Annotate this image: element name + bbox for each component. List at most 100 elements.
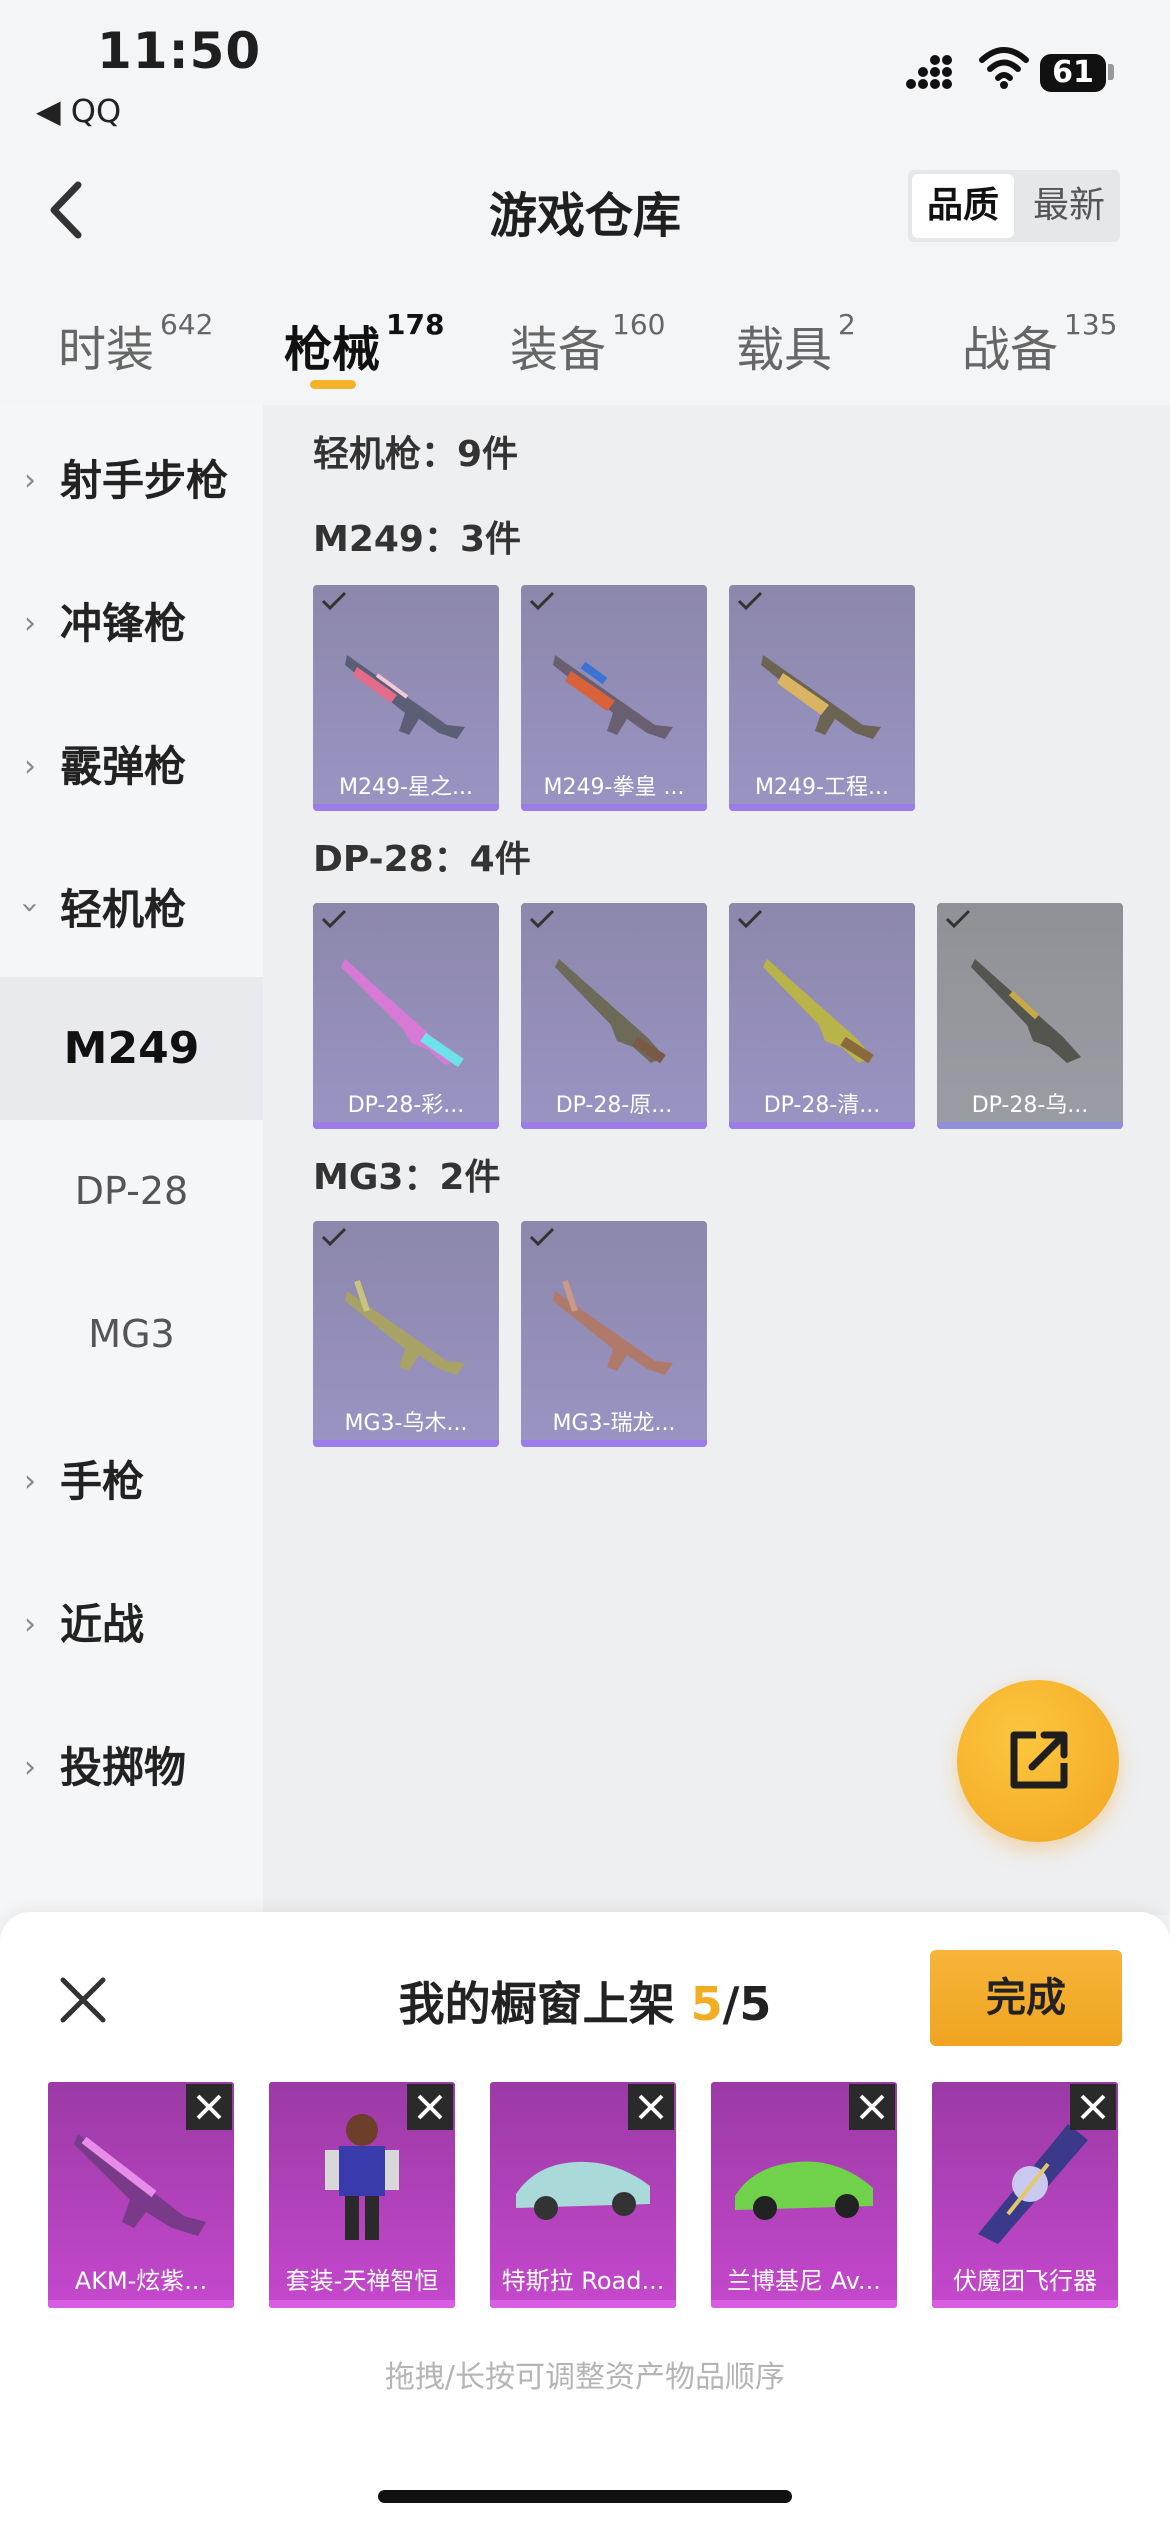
sidebar-subitem-dp28[interactable]: DP-28 [0, 1120, 263, 1263]
chevron-right-icon: › [24, 463, 36, 498]
active-tab-indicator [310, 380, 356, 389]
check-icon [321, 909, 347, 929]
sort-by-quality-button[interactable]: 品质 [912, 174, 1014, 238]
item-name: DP-28-原... [555, 1093, 673, 1118]
item-name: MG3-瑞龙... [552, 1411, 676, 1436]
lmg-weapon-icon [761, 655, 881, 739]
showcase-item[interactable]: AKM-炫紫... [48, 2082, 234, 2308]
sidebar-subitem-mg3[interactable]: MG3 [0, 1263, 263, 1406]
back-to-app-link[interactable]: ◀ QQ [36, 92, 121, 130]
sidebar-item-label: 射手步枪 [60, 456, 229, 505]
sidebar-item-dmr[interactable]: › 射手步枪 [0, 405, 263, 548]
sidebar-subitem-m249[interactable]: M249 [0, 977, 263, 1120]
item-name: M249-工程... [755, 775, 889, 800]
chevron-down-icon: › [12, 901, 48, 914]
tab-label: 时装 [58, 322, 155, 378]
item-card[interactable]: DP-28-彩... [313, 903, 499, 1129]
tab-vehicles[interactable]: 载具 2 [736, 308, 856, 380]
close-icon [417, 2094, 443, 2120]
lmg-weapon-icon [553, 1280, 673, 1375]
showcase-sheet: 我的橱窗上架 5/5 完成 AKM-炫紫... 套装-天禅智恒 特斯拉 Road… [0, 1912, 1170, 2532]
share-button[interactable] [957, 1680, 1119, 1842]
sidebar-item-smg[interactable]: › 冲锋枪 [0, 548, 263, 691]
rarity-bar [711, 2300, 897, 2308]
item-card[interactable]: DP-28-乌... [937, 903, 1123, 1129]
item-card[interactable]: M249-星之... [313, 585, 499, 811]
group-title-mg3: MG3：2件 [313, 1157, 501, 1198]
item-name: DP-28-清... [763, 1093, 881, 1118]
remove-item-button[interactable] [186, 2084, 232, 2130]
sidebar-item-label: 轻机枪 [60, 885, 187, 934]
rarity-bar [490, 2300, 676, 2308]
sidebar-item-shotgun[interactable]: › 霰弹枪 [0, 691, 263, 834]
category-tabs: 时装 642 枪械 178 装备 160 载具 2 战备 135 [0, 280, 1170, 405]
wifi-icon [979, 47, 1029, 89]
chevron-right-icon: › [24, 1750, 36, 1785]
check-icon [529, 909, 555, 929]
nav-header: 游戏仓库 品质 最新 [0, 150, 1170, 270]
showcase-item[interactable]: 特斯拉 Road... [490, 2082, 676, 2308]
check-icon [737, 909, 763, 929]
item-name: 兰博基尼 Av... [727, 2267, 881, 2295]
done-button[interactable]: 完成 [930, 1950, 1122, 2046]
close-icon [859, 2094, 885, 2120]
item-card[interactable]: DP-28-清... [729, 903, 915, 1129]
showcase-item[interactable]: 兰博基尼 Av... [711, 2082, 897, 2308]
item-name: DP-28-彩... [347, 1093, 465, 1118]
remove-item-button[interactable] [1070, 2084, 1116, 2130]
remove-item-button[interactable] [407, 2084, 453, 2130]
item-card[interactable]: DP-28-原... [521, 903, 707, 1129]
tab-label: 装备 [510, 322, 607, 378]
remove-item-button[interactable] [849, 2084, 895, 2130]
sort-toggle: 品质 最新 [908, 170, 1120, 242]
rarity-bar [269, 2300, 455, 2308]
tab-count: 642 [160, 308, 214, 341]
item-card[interactable]: MG3-乌木... [313, 1221, 499, 1447]
lmg-weapon-icon [553, 655, 673, 739]
tab-count: 178 [386, 308, 445, 341]
check-icon [529, 1227, 555, 1247]
sidebar-item-lmg[interactable]: › 轻机枪 [0, 834, 263, 977]
rarity-bar [521, 1122, 707, 1129]
rarity-bar [932, 2300, 1118, 2308]
close-icon [1080, 2094, 1106, 2120]
tab-equipment[interactable]: 装备 160 [510, 308, 666, 380]
sort-by-newest-button[interactable]: 最新 [1018, 170, 1120, 242]
sidebar-item-pistol[interactable]: › 手枪 [0, 1406, 263, 1549]
sidebar-item-label: 冲锋枪 [60, 599, 187, 648]
item-card[interactable]: M249-拳皇 ... [521, 585, 707, 811]
check-icon [945, 909, 971, 929]
showcase-total: /5 [722, 1977, 772, 2031]
rarity-bar [48, 2300, 234, 2308]
sidebar-item-label: 霰弹枪 [60, 742, 187, 791]
rarity-bar [937, 1122, 1123, 1129]
showcase-item[interactable]: 伏魔团飞行器 [932, 2082, 1118, 2308]
lmg-weapon-icon [345, 1280, 465, 1375]
tab-weapons[interactable]: 枪械 178 [284, 308, 445, 380]
item-name: M249-拳皇 ... [543, 775, 685, 800]
item-name: MG3-乌木... [344, 1411, 468, 1436]
item-card[interactable]: MG3-瑞龙... [521, 1221, 707, 1447]
status-time: 11:50 [97, 22, 262, 80]
battery-tip [1108, 64, 1114, 80]
sidebar-item-melee[interactable]: › 近战 [0, 1549, 263, 1692]
home-indicator[interactable] [378, 2490, 792, 2503]
rarity-bar [313, 1440, 499, 1447]
item-card[interactable]: M249-工程... [729, 585, 915, 811]
showcase-item[interactable]: 套装-天禅智恒 [269, 2082, 455, 2308]
item-name: 伏魔团飞行器 [953, 2267, 1097, 2295]
close-icon [638, 2094, 664, 2120]
tab-fashion[interactable]: 时装 642 [58, 308, 214, 380]
sidebar-item-label: 手枪 [60, 1457, 145, 1506]
item-name: 套装-天禅智恒 [285, 2267, 439, 2295]
rarity-bar [521, 1440, 707, 1447]
sidebar-item-throwables[interactable]: › 投掷物 [0, 1692, 263, 1835]
tab-label: 载具 [736, 322, 833, 378]
rarity-bar [313, 804, 499, 811]
rarity-bar [521, 804, 707, 811]
tab-count: 160 [612, 308, 666, 341]
chevron-right-icon: › [24, 749, 36, 784]
item-name: DP-28-乌... [971, 1093, 1089, 1118]
remove-item-button[interactable] [628, 2084, 674, 2130]
tab-supplies[interactable]: 战备 135 [962, 308, 1117, 380]
